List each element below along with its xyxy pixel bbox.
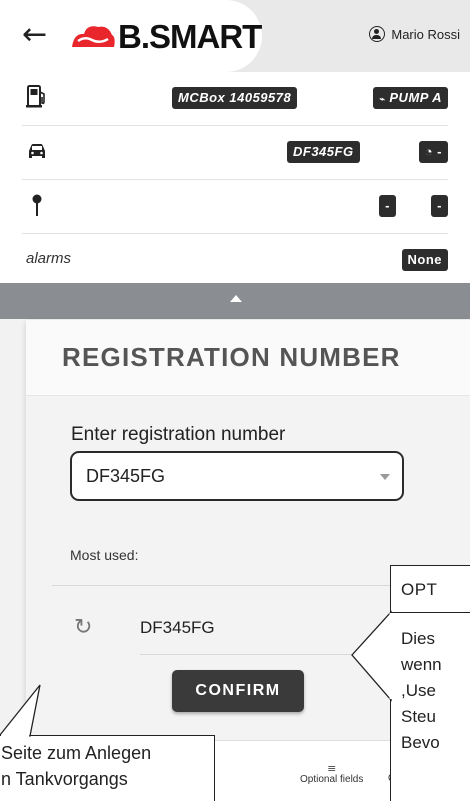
brand-logo-mark	[72, 26, 115, 47]
pump-icon: ⌁	[379, 94, 386, 104]
caret-down-icon	[380, 474, 390, 480]
registration-select-value: DF345FG	[86, 466, 166, 486]
annotation-right-line-3: ,Use	[401, 681, 436, 700]
odometer-value: -	[437, 144, 442, 159]
annotation-right-line-4: Steu	[401, 707, 436, 726]
recent-item[interactable]: DF345FG	[140, 618, 215, 638]
list-icon: ≡	[327, 762, 337, 775]
location-tag-b: -	[431, 195, 448, 217]
pump-name: PUMP A	[389, 90, 442, 105]
registration-select[interactable]: DF345FG	[70, 451, 404, 501]
annotation-left-line-1: Seite zum Anlegen	[1, 743, 152, 763]
alarms-badge: None	[401, 249, 448, 271]
most-used-label: Most used:	[70, 547, 139, 563]
pump-tag: ⌁ PUMP A	[373, 87, 448, 109]
car-icon	[29, 144, 45, 158]
brand-pill: ← B.SMART	[0, 0, 262, 72]
pump-row: MCBox 14059578 ⌁ PUMP A	[22, 72, 448, 126]
alarms-row: alarms None	[22, 234, 448, 288]
annotation-right-line-2: wenn	[401, 655, 442, 674]
alarms-label: alarms	[26, 250, 72, 267]
app-header: ← B.SMART Mario Rossi	[0, 0, 470, 72]
annotation-callout-left: Seite zum Anlegen n Tankvorgangs	[0, 735, 215, 801]
registration-field-label: Enter registration number	[71, 424, 286, 445]
nav-optional-fields-label: Optional fields	[300, 774, 364, 785]
annotation-left-line-2: n Tankvorgangs	[1, 769, 128, 789]
user-menu[interactable]: Mario Rossi	[369, 26, 460, 42]
user-name: Mario Rossi	[391, 26, 460, 42]
brand-name: B.SMART	[118, 18, 262, 55]
odometer-tag: ◔ -	[418, 141, 448, 163]
fuel-pump-icon	[26, 85, 45, 108]
nav-optional-fields[interactable]: ≡ Optional fields	[300, 763, 363, 785]
location-pin-icon	[32, 194, 42, 216]
annotation-right-line-5: Bevo	[401, 733, 440, 752]
card-title: REGISTRATION NUMBER	[62, 342, 401, 372]
vehicle-row: DF345FG ◔ -	[22, 126, 448, 180]
user-circle-icon	[369, 26, 386, 42]
collapse-bar[interactable]	[0, 283, 470, 319]
vehicle-plate-tag: DF345FG	[287, 141, 360, 163]
gauge-icon: ◔	[424, 144, 434, 159]
chevron-up-icon	[230, 295, 242, 302]
location-tag-a: -	[379, 195, 396, 217]
mcbox-tag: MCBox 14059578	[172, 87, 298, 109]
annotation-right-separator	[391, 612, 470, 613]
back-arrow-icon[interactable]: ←	[22, 20, 47, 50]
annotation-callout-right: OPT Dies wenn ,Use Steu Bevo	[390, 565, 470, 801]
annotation-right-title: OPT	[401, 580, 438, 599]
refresh-icon: ↻	[74, 615, 93, 640]
confirm-button[interactable]: CONFIRM	[172, 670, 304, 712]
card-header: REGISTRATION NUMBER	[26, 320, 470, 396]
annotation-right-line-1: Dies	[401, 629, 436, 648]
location-row: - -	[22, 180, 448, 234]
brand-logo: B.SMART	[70, 17, 262, 57]
divider	[52, 585, 442, 586]
